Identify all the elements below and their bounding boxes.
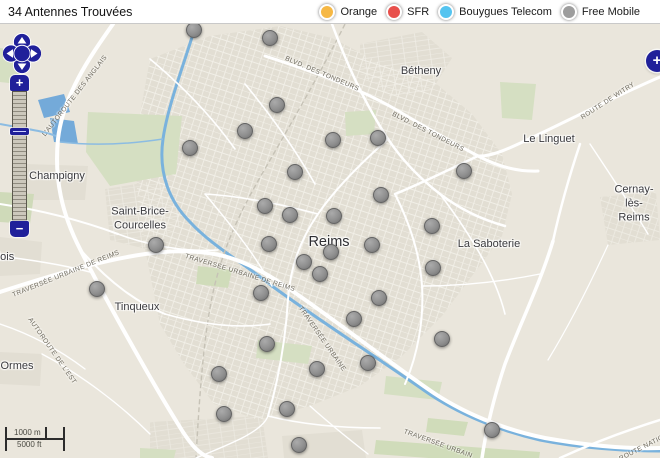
operator-color-icon [319,4,335,20]
legend-label: Orange [340,6,377,18]
antenna-marker[interactable] [261,236,277,252]
antenna-marker[interactable] [287,164,303,180]
antenna-marker[interactable] [259,336,275,352]
antenna-marker[interactable] [269,97,285,113]
header-bar: 34 Antennes Trouvées Orange SFR Bouygues T… [0,0,660,24]
antenna-marker[interactable] [89,281,105,297]
place-label: lois [0,251,14,265]
legend-item-sfr: SFR [386,4,429,20]
zoom-slider-handle[interactable] [10,128,29,135]
operator-color-icon [438,4,454,20]
antenna-marker[interactable] [279,401,295,417]
antenna-marker[interactable] [211,366,227,382]
legend-item-bouygues-telecom: Bouygues Telecom [438,4,552,20]
antenna-marker[interactable] [312,266,328,282]
antenna-marker[interactable] [309,361,325,377]
place-label: La Saboterie [458,238,520,252]
scale-tick [5,427,7,451]
antenna-marker[interactable] [257,198,273,214]
place-label: Le Linguet [523,133,574,147]
antenna-marker[interactable] [360,355,376,371]
operator-legend: Orange SFR Bouygues Telecom Free Mobile [319,4,652,20]
scale-tick [45,427,47,439]
scale-bar: 1000 m 5000 ft [5,427,75,451]
legend-item-free-mobile: Free Mobile [561,4,640,20]
zoom-control: + − [10,75,29,91]
legend-label: Free Mobile [582,6,640,18]
place-label: Saint-Brice- Courcelles [111,205,168,233]
antenna-marker[interactable] [373,187,389,203]
antenna-marker[interactable] [425,260,441,276]
results-count: 34 Antennes Trouvées [8,5,132,19]
antenna-marker[interactable] [216,406,232,422]
antenna-marker[interactable] [237,123,253,139]
antenna-marker[interactable] [484,422,500,438]
antenna-marker[interactable] [456,163,472,179]
pan-control[interactable] [3,32,41,76]
antenna-marker[interactable] [296,254,312,270]
zoom-slider-track[interactable] [12,91,27,221]
place-label: Tinqueux [115,301,160,315]
map-canvas[interactable]: L'AUTOROUTE DES ANGLAISBLVD. DES TONDEUR… [0,24,660,458]
antenna-marker[interactable] [282,207,298,223]
antenna-marker[interactable] [424,218,440,234]
scale-imperial-label: 5000 ft [17,440,41,449]
antenna-marker[interactable] [370,130,386,146]
operator-color-icon [386,4,402,20]
antenna-marker[interactable] [148,237,164,253]
antenna-marker[interactable] [371,290,387,306]
antenna-marker[interactable] [291,437,307,453]
scale-metric-label: 1000 m [14,428,41,437]
place-label: Ormes [1,360,34,374]
antenna-marker[interactable] [346,311,362,327]
legend-label: SFR [407,6,429,18]
antenna-marker[interactable] [325,132,341,148]
place-label: Champigny [29,170,85,184]
antenna-marker[interactable] [326,208,342,224]
antenna-marker[interactable] [182,140,198,156]
legend-label: Bouygues Telecom [459,6,552,18]
legend-item-orange: Orange [319,4,377,20]
antenna-marker[interactable] [364,237,380,253]
antenna-marker[interactable] [323,244,339,260]
place-label: Cernay- lès-Reims [614,183,653,224]
zoom-in-button[interactable]: + [10,75,29,91]
operator-color-icon [561,4,577,20]
antenna-marker[interactable] [434,331,450,347]
antenna-marker[interactable] [253,285,269,301]
place-label: Bétheny [401,65,441,79]
antenna-marker[interactable] [262,30,278,46]
scale-tick [63,427,65,451]
zoom-out-button[interactable]: − [10,221,29,237]
